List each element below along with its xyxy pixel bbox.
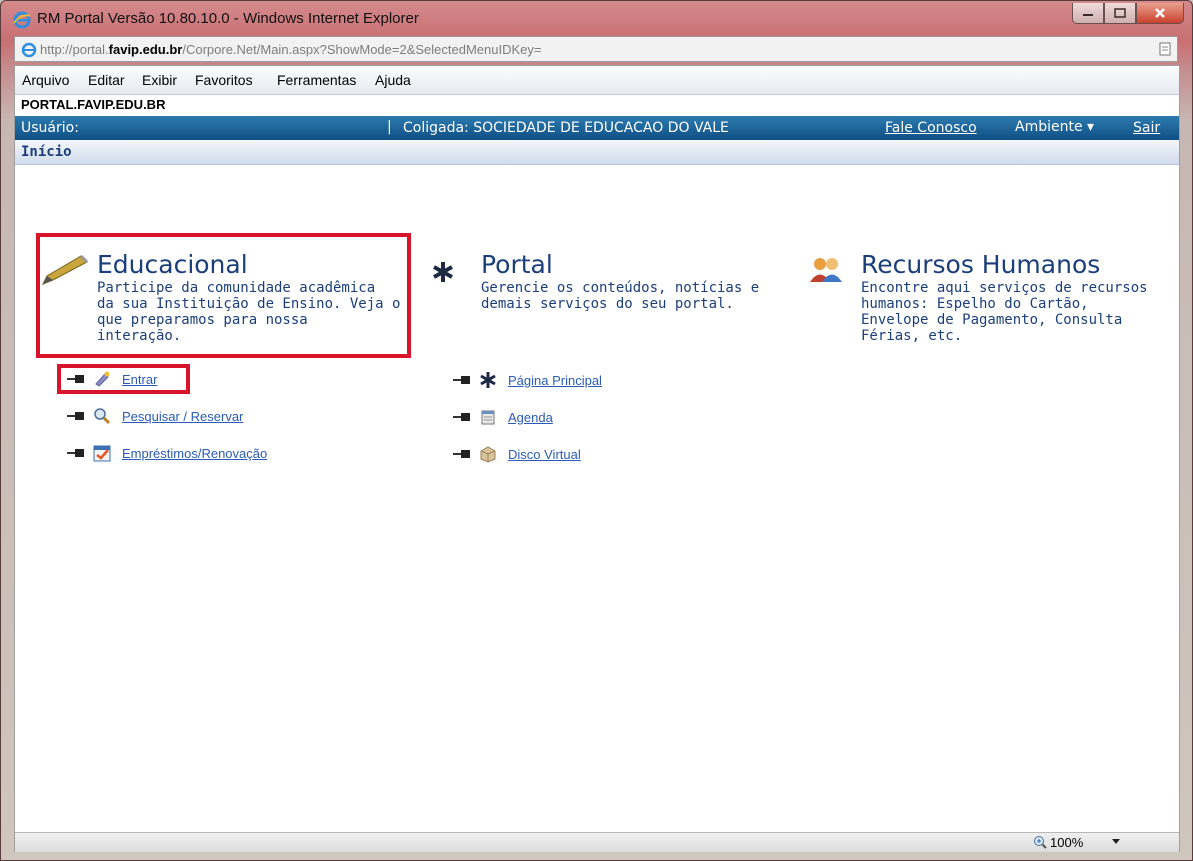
- disco-virtual-link[interactable]: Disco Virtual: [508, 447, 581, 462]
- pin-icon: [67, 449, 84, 457]
- url-domain: favip.edu.br: [108, 42, 183, 57]
- portal-title: Portal: [481, 250, 553, 279]
- calendar-check-icon: [93, 445, 111, 462]
- site-header: PORTAL.FAVIP.EDU.BR: [15, 95, 1179, 115]
- entrar-link[interactable]: Entrar: [122, 372, 157, 387]
- asterisk-small-icon: [480, 372, 496, 388]
- link-pagina-principal[interactable]: Página Principal: [453, 370, 602, 390]
- agenda-link[interactable]: Agenda: [508, 410, 553, 425]
- pin-icon: [453, 376, 470, 384]
- fale-conosco-link[interactable]: Fale Conosco: [885, 120, 977, 136]
- user-bar: Usuário: | Coligada: SOCIEDADE DE EDUCAC…: [15, 116, 1179, 140]
- compatibility-view-icon[interactable]: [1159, 42, 1171, 56]
- ambiente-dropdown[interactable]: Ambiente ▾: [1015, 119, 1094, 135]
- rh-desc-line: Envelope de Pagamento, Consulta: [861, 312, 1123, 328]
- browser-window: RM Portal Versão 10.80.10.0 - Windows In…: [0, 0, 1193, 861]
- educacional-description: Participe da comunidade acadêmica da sua…: [97, 280, 400, 344]
- rh-desc-line: Férias, etc.: [861, 328, 963, 344]
- url-text[interactable]: http://portal.favip.edu.br/Corpore.Net/M…: [40, 42, 542, 57]
- window-title: RM Portal Versão 10.80.10.0 - Windows In…: [37, 10, 419, 27]
- asterisk-icon: [433, 262, 453, 282]
- ie-logo-icon: [13, 11, 31, 29]
- zoom-icon[interactable]: [1033, 835, 1047, 849]
- maximize-icon: [1114, 8, 1126, 18]
- key-icon: [95, 371, 110, 387]
- breadcrumb-inicio[interactable]: Início: [21, 144, 72, 160]
- title-bar[interactable]: RM Portal Versão 10.80.10.0 - Windows In…: [1, 1, 1192, 37]
- users-icon: [810, 258, 842, 282]
- educacional-desc-line: Participe da comunidade acadêmica: [97, 280, 376, 296]
- userbar-separator: |: [387, 119, 392, 135]
- close-button[interactable]: [1136, 3, 1184, 24]
- zoom-level[interactable]: 100%: [1050, 835, 1083, 850]
- minimize-button[interactable]: [1072, 3, 1104, 24]
- educacional-desc-line: interação.: [97, 328, 182, 344]
- rh-desc-line: humanos: Espelho do Cartão,: [861, 296, 1089, 312]
- rh-description: Encontre aqui serviços de recursos human…: [861, 280, 1148, 344]
- pencil-icon: [41, 254, 89, 285]
- pin-icon: [67, 375, 84, 383]
- menu-ajuda[interactable]: Ajuda: [375, 72, 411, 88]
- chevron-down-icon[interactable]: [1111, 838, 1121, 846]
- rh-desc-line: Encontre aqui serviços de recursos: [861, 280, 1148, 296]
- close-icon: [1155, 8, 1165, 18]
- menu-bar: Arquivo Editar Exibir Favoritos Ferramen…: [15, 66, 1179, 95]
- link-entrar[interactable]: Entrar: [67, 369, 157, 389]
- menu-editar[interactable]: Editar: [88, 72, 125, 88]
- pin-icon: [453, 413, 470, 421]
- portal-description: Gerencie os conteúdos, notícias e demais…: [481, 280, 759, 312]
- rh-title: Recursos Humanos: [861, 250, 1101, 279]
- ie-page-icon: [21, 42, 37, 58]
- minimize-icon: [1083, 14, 1093, 16]
- box-icon: [480, 446, 496, 463]
- usuario-label: Usuário:: [21, 120, 79, 136]
- educacional-desc-line: que preparamos para nossa: [97, 312, 308, 328]
- pin-icon: [453, 450, 470, 458]
- link-agenda[interactable]: Agenda: [453, 407, 553, 427]
- educacional-title: Educacional: [97, 250, 248, 279]
- breadcrumb: Início: [15, 140, 1179, 165]
- menu-ferramentas[interactable]: Ferramentas: [277, 72, 356, 88]
- maximize-button[interactable]: [1104, 3, 1136, 24]
- site-header-text: PORTAL.FAVIP.EDU.BR: [21, 97, 166, 112]
- window-controls: [1072, 3, 1184, 25]
- magnifier-icon: [94, 408, 111, 425]
- emprestimos-link[interactable]: Empréstimos/Renovação: [122, 446, 267, 461]
- url-suffix: /Corpore.Net/Main.aspx?ShowMode=2&Select…: [182, 42, 542, 57]
- coligada-label: Coligada: SOCIEDADE DE EDUCACAO DO VALE: [403, 120, 729, 136]
- address-bar[interactable]: http://portal.favip.edu.br/Corpore.Net/M…: [14, 36, 1178, 62]
- url-prefix: http://portal.: [40, 42, 109, 57]
- status-bar: 100%: [15, 832, 1179, 852]
- menu-favoritos[interactable]: Favoritos: [195, 72, 253, 88]
- link-emprestimos[interactable]: Empréstimos/Renovação: [67, 443, 267, 463]
- browser-content: Arquivo Editar Exibir Favoritos Ferramen…: [14, 65, 1180, 852]
- pagina-principal-link[interactable]: Página Principal: [508, 373, 602, 388]
- link-disco-virtual[interactable]: Disco Virtual: [453, 444, 581, 464]
- portal-desc-line: demais serviços do seu portal.: [481, 296, 734, 312]
- pin-icon: [67, 412, 84, 420]
- portal-desc-line: Gerencie os conteúdos, notícias e: [481, 280, 760, 296]
- sair-link[interactable]: Sair: [1133, 120, 1160, 136]
- menu-exibir[interactable]: Exibir: [142, 72, 177, 88]
- educacional-desc-line: da sua Instituição de Ensino. Veja o: [97, 296, 401, 312]
- link-pesquisar[interactable]: Pesquisar / Reservar: [67, 406, 243, 426]
- pesquisar-link[interactable]: Pesquisar / Reservar: [122, 409, 243, 424]
- menu-arquivo[interactable]: Arquivo: [22, 72, 69, 88]
- agenda-icon: [481, 410, 495, 425]
